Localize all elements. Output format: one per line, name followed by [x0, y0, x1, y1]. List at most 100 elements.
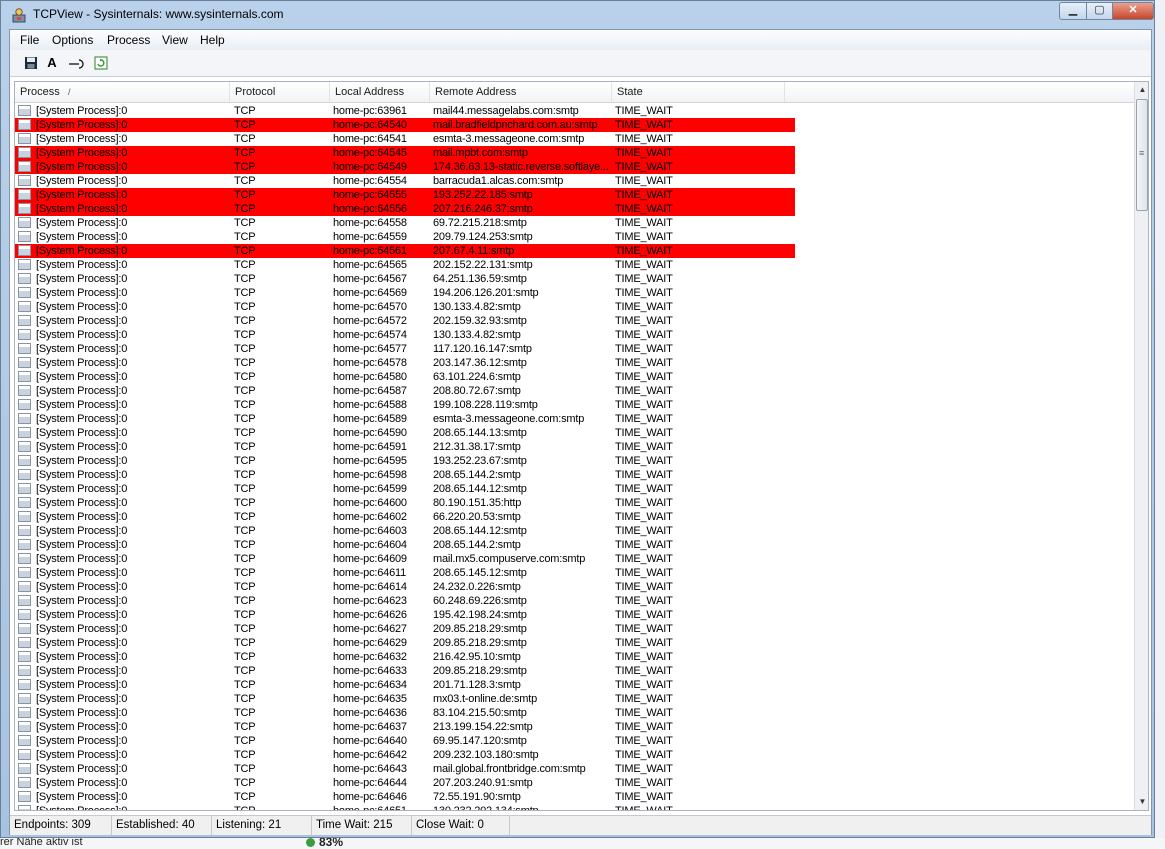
table-row[interactable]: [System Process]:0 TCP home-pc:64567 64.251… [15, 272, 795, 286]
cell-process: [System Process]:0 [36, 119, 128, 131]
cell-protocol: TCP [234, 511, 256, 523]
table-row[interactable]: [System Process]:0 TCP home-pc:64604 208.65… [15, 538, 795, 552]
cell-local-address: home-pc:64644 [333, 777, 407, 789]
table-row[interactable]: [System Process]:0 TCP home-pc:64572 202.15… [15, 314, 795, 328]
table-row[interactable]: [System Process]:0 TCP home-pc:64545 mail.m… [15, 146, 795, 160]
table-row[interactable]: [System Process]:0 TCP home-pc:64636 83.104… [15, 706, 795, 720]
cell-remote-address: esmta-3.messageone.com:smtp [433, 413, 585, 425]
table-row[interactable]: [System Process]:0 TCP home-pc:64554 barrac… [15, 174, 795, 188]
table-row[interactable]: [System Process]:0 TCP home-pc:64611 208.65… [15, 566, 795, 580]
table-row[interactable]: [System Process]:0 TCP home-pc:64623 60.248… [15, 594, 795, 608]
table-row[interactable]: [System Process]:0 TCP home-pc:64603 208.65… [15, 524, 795, 538]
table-row[interactable]: [System Process]:0 TCP home-pc:64629 209.85… [15, 636, 795, 650]
cell-protocol: TCP [234, 371, 256, 383]
table-row[interactable]: [System Process]:0 TCP home-pc:63961 mail44… [15, 104, 795, 118]
menu-help[interactable]: Help [200, 33, 225, 47]
scroll-down-arrow-icon[interactable]: ▼ [1135, 794, 1148, 810]
close-button[interactable]: ✕ [1112, 2, 1154, 20]
table-row[interactable]: [System Process]:0 TCP home-pc:64541 esmta-… [15, 132, 795, 146]
table-row[interactable]: [System Process]:0 TCP home-pc:64646 72.55.… [15, 790, 795, 804]
table-row[interactable]: [System Process]:0 TCP home-pc:64540 mail.b… [15, 118, 795, 132]
table-row[interactable]: [System Process]:0 TCP home-pc:64633 209.85… [15, 664, 795, 678]
table-row[interactable]: [System Process]:0 TCP home-pc:64578 203.14… [15, 356, 795, 370]
table-row[interactable]: [System Process]:0 TCP home-pc:64570 130.13… [15, 300, 795, 314]
process-icon [18, 175, 31, 186]
table-row[interactable]: [System Process]:0 TCP home-pc:64643 mail.g… [15, 762, 795, 776]
table-row[interactable]: [System Process]:0 TCP home-pc:64589 esmta-… [15, 412, 795, 426]
column-header-state[interactable]: State [612, 82, 785, 102]
table-row[interactable]: [System Process]:0 TCP home-pc:64580 63.101… [15, 370, 795, 384]
minimize-button[interactable]: ▁ [1059, 2, 1087, 20]
save-icon[interactable] [22, 54, 40, 72]
table-row[interactable]: [System Process]:0 TCP home-pc:64565 202.15… [15, 258, 795, 272]
table-row[interactable]: [System Process]:0 TCP home-pc:64559 209.79… [15, 230, 795, 244]
table-row[interactable]: [System Process]:0 TCP home-pc:64569 194.20… [15, 286, 795, 300]
connect-icon[interactable] [67, 54, 85, 72]
font-button[interactable]: A [43, 54, 61, 72]
cell-protocol: TCP [234, 175, 256, 187]
maximize-button[interactable]: ▢ [1086, 2, 1113, 20]
table-row[interactable]: [System Process]:0 TCP home-pc:64640 69.95.… [15, 734, 795, 748]
table-row[interactable]: [System Process]:0 TCP home-pc:64600 80.190… [15, 496, 795, 510]
cell-state: TIME_WAIT [615, 609, 673, 621]
table-row[interactable]: [System Process]:0 TCP home-pc:64614 24.232… [15, 580, 795, 594]
cell-local-address: home-pc:64599 [333, 483, 407, 495]
table-row[interactable]: [System Process]:0 TCP home-pc:64590 208.65… [15, 426, 795, 440]
cell-protocol: TCP [234, 469, 256, 481]
table-row[interactable]: [System Process]:0 TCP home-pc:64626 195.42… [15, 608, 795, 622]
table-row[interactable]: [System Process]:0 TCP home-pc:64556 207.21… [15, 202, 795, 216]
cell-remote-address: 63.101.224.6:smtp [433, 371, 521, 383]
cell-state: TIME_WAIT [615, 189, 673, 201]
column-label-process: Process [20, 86, 60, 98]
column-header-remote-address[interactable]: Remote Address [430, 82, 612, 102]
table-row[interactable]: [System Process]:0 TCP home-pc:64549 174.36… [15, 160, 795, 174]
refresh-icon[interactable] [92, 54, 110, 72]
cell-process: [System Process]:0 [36, 637, 128, 649]
menu-options[interactable]: Options [52, 33, 93, 47]
table-row[interactable]: [System Process]:0 TCP home-pc:64602 66.220… [15, 510, 795, 524]
cell-local-address: home-pc:64554 [333, 175, 407, 187]
table-row[interactable]: [System Process]:0 TCP home-pc:64587 208.80… [15, 384, 795, 398]
table-row[interactable]: [System Process]:0 TCP home-pc:64609 mail.m… [15, 552, 795, 566]
table-row[interactable]: [System Process]:0 TCP home-pc:64588 199.10… [15, 398, 795, 412]
menu-view[interactable]: View [162, 33, 188, 47]
title-bar[interactable]: TCPView - Sysinternals: www.sysinternals… [1, 1, 1154, 29]
table-row[interactable]: [System Process]:0 TCP home-pc:64595 193.25… [15, 454, 795, 468]
table-row[interactable]: [System Process]:0 TCP home-pc:64651 130.23… [15, 804, 795, 810]
cell-process: [System Process]:0 [36, 525, 128, 537]
table-row[interactable]: [System Process]:0 TCP home-pc:64591 212.31… [15, 440, 795, 454]
menu-process[interactable]: Process [107, 33, 150, 47]
menu-file[interactable]: File [20, 33, 39, 47]
table-row[interactable]: [System Process]:0 TCP home-pc:64561 207.67… [15, 244, 795, 258]
table-row[interactable]: [System Process]:0 TCP home-pc:64558 69.72.… [15, 216, 795, 230]
cell-process: [System Process]:0 [36, 413, 128, 425]
cell-protocol: TCP [234, 497, 256, 509]
cell-process: [System Process]:0 [36, 161, 128, 173]
cell-process: [System Process]:0 [36, 595, 128, 607]
cell-protocol: TCP [234, 735, 256, 747]
table-row[interactable]: [System Process]:0 TCP home-pc:64634 201.71… [15, 678, 795, 692]
column-header-protocol[interactable]: Protocol [230, 82, 330, 102]
scroll-up-arrow-icon[interactable]: ▲ [1135, 82, 1148, 98]
scroll-thumb[interactable]: ≡ [1136, 99, 1148, 211]
table-row[interactable]: [System Process]:0 TCP home-pc:64574 130.13… [15, 328, 795, 342]
table-row[interactable]: [System Process]:0 TCP home-pc:64642 209.23… [15, 748, 795, 762]
desktop-background: rer Nähe aktiv ist 83% [0, 838, 1165, 849]
table-row[interactable]: [System Process]:0 TCP home-pc:64644 207.20… [15, 776, 795, 790]
cell-state: TIME_WAIT [615, 273, 673, 285]
table-row[interactable]: [System Process]:0 TCP home-pc:64632 216.42… [15, 650, 795, 664]
column-header-process[interactable]: Process / [15, 82, 230, 102]
table-row[interactable]: [System Process]:0 TCP home-pc:64637 213.19… [15, 720, 795, 734]
table-row[interactable]: [System Process]:0 TCP home-pc:64599 208.65… [15, 482, 795, 496]
vertical-scrollbar[interactable]: ▲ ≡ ▼ [1134, 82, 1148, 810]
column-header-local-address[interactable]: Local Address [330, 82, 430, 102]
table-row[interactable]: [System Process]:0 TCP home-pc:64598 208.65… [15, 468, 795, 482]
cell-local-address: home-pc:64580 [333, 371, 407, 383]
cell-state: TIME_WAIT [615, 651, 673, 663]
cell-process: [System Process]:0 [36, 553, 128, 565]
table-row[interactable]: [System Process]:0 TCP home-pc:64627 209.85… [15, 622, 795, 636]
table-row[interactable]: [System Process]:0 TCP home-pc:64555 193.25… [15, 188, 795, 202]
table-row[interactable]: [System Process]:0 TCP home-pc:64635 mx03.t… [15, 692, 795, 706]
table-row[interactable]: [System Process]:0 TCP home-pc:64577 117.12… [15, 342, 795, 356]
cell-process: [System Process]:0 [36, 273, 128, 285]
